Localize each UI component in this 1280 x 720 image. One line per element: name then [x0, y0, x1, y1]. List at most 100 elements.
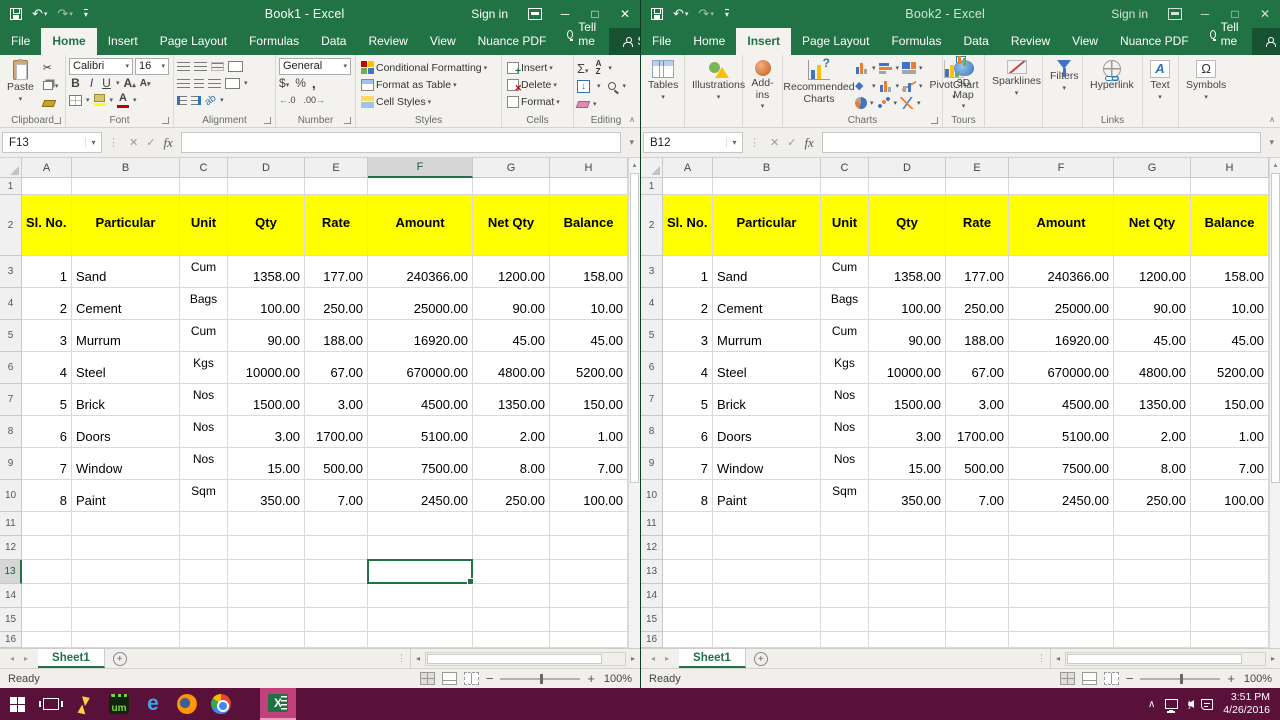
cell-B2[interactable]: Particular: [713, 195, 821, 256]
cell-B8[interactable]: Doors: [713, 416, 821, 448]
cell-F12[interactable]: [368, 536, 473, 560]
cell-D7[interactable]: 1500.00: [869, 384, 946, 416]
horizontal-scroll-track[interactable]: [1065, 652, 1266, 666]
cell-G13[interactable]: [1114, 560, 1191, 584]
cell-G16[interactable]: [473, 632, 550, 648]
cell-G10[interactable]: 250.00: [1114, 480, 1191, 512]
cell-C14[interactable]: [821, 584, 869, 608]
increase-indent-button[interactable]: [191, 96, 201, 105]
column-header-b[interactable]: B: [72, 158, 180, 178]
cell-F11[interactable]: [368, 512, 473, 536]
cell-G2[interactable]: Net Qty: [473, 195, 550, 256]
cell-G14[interactable]: [1114, 584, 1191, 608]
column-header-c[interactable]: C: [180, 158, 228, 178]
cell-A3[interactable]: 1: [22, 256, 72, 288]
tables-button[interactable]: Tables▾: [644, 58, 682, 113]
cell-A15[interactable]: [22, 608, 72, 632]
zoom-level[interactable]: 100%: [1242, 673, 1272, 685]
cell-B13[interactable]: [713, 560, 821, 584]
cell-D4[interactable]: 100.00: [869, 288, 946, 320]
cell-D4[interactable]: 100.00: [228, 288, 305, 320]
cell-A11[interactable]: [22, 512, 72, 536]
tab-formulas[interactable]: Formulas: [880, 28, 952, 55]
cell-C7[interactable]: Nos: [821, 384, 869, 416]
cell-C11[interactable]: [180, 512, 228, 536]
delete-cells-button[interactable]: Delete▾: [505, 77, 570, 92]
increase-decimal-button[interactable]: ←.0: [279, 95, 296, 105]
middle-align-button[interactable]: [194, 62, 207, 71]
cell-C16[interactable]: [180, 632, 228, 648]
undo-button[interactable]: ↶▾: [32, 6, 47, 22]
cell-B3[interactable]: Sand: [713, 256, 821, 288]
cell-C12[interactable]: [821, 536, 869, 560]
horizontal-scrollbar[interactable]: ◂ ▸: [1050, 649, 1280, 668]
autosum-button[interactable]: Σ▾: [577, 61, 589, 76]
decrease-indent-button[interactable]: [177, 96, 187, 105]
tab-home[interactable]: Home: [41, 28, 96, 55]
page-layout-view-button[interactable]: [1082, 672, 1097, 685]
tab-review[interactable]: Review: [357, 28, 418, 55]
zoom-slider[interactable]: [1140, 678, 1220, 680]
sparklines-button[interactable]: Sparklines▾: [988, 58, 1045, 113]
cell-H15[interactable]: [1191, 608, 1269, 632]
cell-G15[interactable]: [473, 608, 550, 632]
cell-E16[interactable]: [305, 632, 368, 648]
minimize-button[interactable]: ─: [1190, 0, 1220, 28]
cell-B14[interactable]: [72, 584, 180, 608]
cell-H2[interactable]: Balance: [550, 195, 628, 256]
cell-F5[interactable]: 16920.00: [1009, 320, 1114, 352]
redo-dropdown-icon[interactable]: ▾: [69, 10, 73, 18]
cell-G11[interactable]: [1114, 512, 1191, 536]
cell-E5[interactable]: 188.00: [946, 320, 1009, 352]
cell-E11[interactable]: [946, 512, 1009, 536]
cell-E4[interactable]: 250.00: [946, 288, 1009, 320]
share-button[interactable]: Share: [1252, 28, 1280, 55]
row-header-7[interactable]: 7: [0, 384, 22, 416]
cell-D9[interactable]: 15.00: [228, 448, 305, 480]
cell-C10[interactable]: Sqm: [180, 480, 228, 512]
align-left-button[interactable]: [177, 79, 190, 88]
action-center-button[interactable]: [1201, 699, 1213, 710]
row-header-5[interactable]: 5: [641, 320, 663, 352]
sign-in-button[interactable]: Sign in: [459, 7, 520, 21]
column-chart-button[interactable]: [855, 62, 869, 74]
new-sheet-button[interactable]: +: [754, 652, 768, 666]
cell-B6[interactable]: Steel: [713, 352, 821, 384]
cell-B1[interactable]: [713, 178, 821, 195]
cell-G9[interactable]: 8.00: [473, 448, 550, 480]
row-header-10[interactable]: 10: [0, 480, 22, 512]
cell-B14[interactable]: [713, 584, 821, 608]
taskbar-chrome-button[interactable]: [204, 688, 238, 720]
row-header-5[interactable]: 5: [0, 320, 22, 352]
cell-E13[interactable]: [946, 560, 1009, 584]
cell-A1[interactable]: [22, 178, 72, 195]
currency-button[interactable]: $▾: [279, 76, 289, 90]
addins-button[interactable]: Add-ins▾: [746, 58, 779, 113]
start-button[interactable]: [0, 688, 34, 720]
cell-E9[interactable]: 500.00: [946, 448, 1009, 480]
orientation-dropdown-icon[interactable]: ▾: [220, 96, 224, 104]
font-size-combo[interactable]: 16▾: [135, 58, 169, 75]
cell-C7[interactable]: Nos: [180, 384, 228, 416]
cell-A10[interactable]: 8: [22, 480, 72, 512]
undo-dropdown-icon[interactable]: ▾: [44, 10, 48, 18]
vertical-scrollbar[interactable]: ▴: [628, 158, 640, 648]
cell-F1[interactable]: [368, 178, 473, 195]
orientation-button[interactable]: ab: [203, 92, 218, 107]
sort-filter-button[interactable]: AZ: [596, 60, 602, 76]
cell-E12[interactable]: [305, 536, 368, 560]
cell-C2[interactable]: Unit: [180, 195, 228, 256]
sheet-tab-sheet1[interactable]: Sheet1: [38, 649, 105, 668]
cell-C14[interactable]: [180, 584, 228, 608]
cell-B10[interactable]: Paint: [72, 480, 180, 512]
insert-cells-button[interactable]: Insert▾: [505, 60, 570, 75]
cell-F2[interactable]: Amount: [1009, 195, 1114, 256]
cell-A14[interactable]: [663, 584, 713, 608]
cell-H16[interactable]: [1191, 632, 1269, 648]
cell-F3[interactable]: 240366.00: [368, 256, 473, 288]
expand-formula-bar-button[interactable]: ▾: [1265, 137, 1278, 148]
tab-data[interactable]: Data: [952, 28, 999, 55]
cell-A12[interactable]: [663, 536, 713, 560]
tab-file[interactable]: File: [0, 28, 41, 55]
cell-B7[interactable]: Brick: [72, 384, 180, 416]
